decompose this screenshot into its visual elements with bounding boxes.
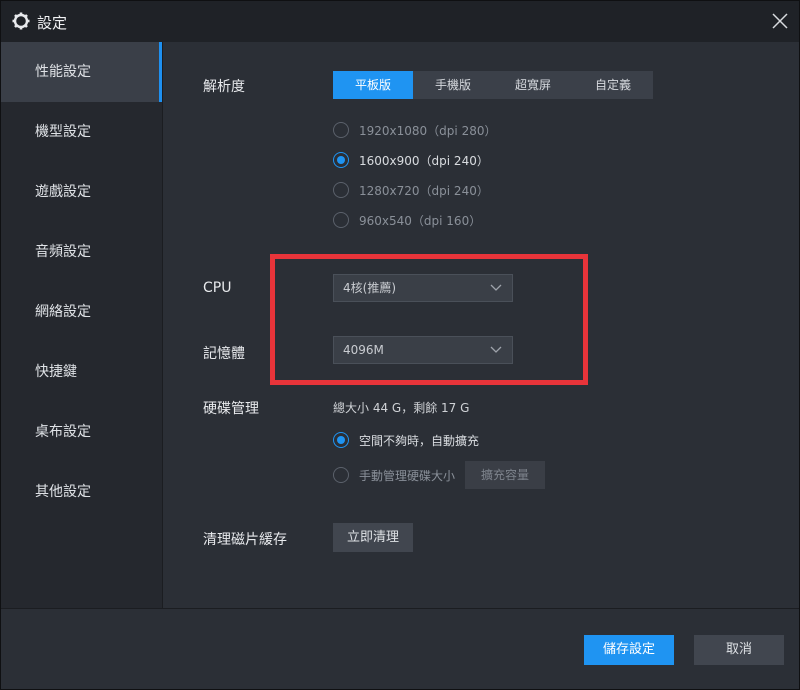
clean-now-button[interactable]: 立即清理 <box>333 523 413 552</box>
expand-capacity-button[interactable]: 擴充容量 <box>465 461 545 489</box>
sidebar-divider <box>162 42 163 608</box>
sidebar-item-network[interactable]: 網絡設定 <box>1 282 162 342</box>
memory-label: 記憶體 <box>203 346 245 362</box>
resolution-tabs: 平板版 手機版 超寬屏 自定義 <box>333 71 653 99</box>
radio-button[interactable] <box>333 152 349 168</box>
sidebar-item-label: 性能設定 <box>35 64 91 80</box>
tab-phone[interactable]: 手機版 <box>413 71 493 99</box>
resolution-label: 解析度 <box>203 79 245 95</box>
sidebar-item-label: 音頻設定 <box>35 244 91 260</box>
radio-button[interactable] <box>333 182 349 198</box>
cancel-button[interactable]: 取消 <box>694 635 784 665</box>
sidebar-item-shortcuts[interactable]: 快捷鍵 <box>1 342 162 402</box>
sidebar-item-label: 桌布設定 <box>35 424 91 440</box>
cpu-label: CPU <box>203 280 232 296</box>
settings-window: 設定 性能設定 機型設定 遊戲設定 音頻設定 網絡設定 快捷鍵 桌布設定 其他設… <box>0 0 800 690</box>
sidebar-item-device-model[interactable]: 機型設定 <box>1 102 162 162</box>
disk-option-auto-expand[interactable]: 空間不夠時，自動擴充 <box>333 431 479 449</box>
radio-label: 1920x1080（dpi 280） <box>359 123 497 138</box>
title-bar: 設定 <box>1 1 799 42</box>
close-icon[interactable] <box>771 12 789 30</box>
footer-divider <box>1 608 799 609</box>
resolution-option-1920[interactable]: 1920x1080（dpi 280） <box>333 121 496 139</box>
window-title: 設定 <box>37 14 68 32</box>
sidebar-item-label: 機型設定 <box>35 124 91 140</box>
radio-label: 1600x900（dpi 240） <box>359 153 489 168</box>
sidebar-item-wallpaper[interactable]: 桌布設定 <box>1 402 162 462</box>
sidebar-item-label: 網絡設定 <box>35 304 91 320</box>
radio-label: 1280x720（dpi 240） <box>359 183 489 198</box>
sidebar-item-label: 遊戲設定 <box>35 184 91 200</box>
radio-button[interactable] <box>333 212 349 228</box>
resolution-option-960[interactable]: 960x540（dpi 160） <box>333 211 481 229</box>
radio-label: 手動管理硬碟大小 <box>359 468 456 483</box>
disk-label: 硬碟管理 <box>203 401 259 417</box>
gear-icon <box>12 12 30 30</box>
highlight-box <box>270 254 588 385</box>
tab-tablet[interactable]: 平板版 <box>333 71 413 99</box>
radio-label: 空間不夠時，自動擴充 <box>359 433 480 448</box>
sidebar-item-performance[interactable]: 性能設定 <box>1 42 162 102</box>
sidebar-item-game[interactable]: 遊戲設定 <box>1 162 162 222</box>
sidebar: 性能設定 機型設定 遊戲設定 音頻設定 網絡設定 快捷鍵 桌布設定 其他設定 <box>1 42 162 608</box>
sidebar-item-label: 快捷鍵 <box>35 364 77 380</box>
radio-button[interactable] <box>333 122 349 138</box>
tab-custom[interactable]: 自定義 <box>573 71 653 99</box>
sidebar-item-label: 其他設定 <box>35 484 91 500</box>
sidebar-item-audio[interactable]: 音頻設定 <box>1 222 162 282</box>
radio-button[interactable] <box>333 432 349 448</box>
disk-option-manual[interactable]: 手動管理硬碟大小 <box>333 466 455 484</box>
save-button[interactable]: 儲存設定 <box>584 635 674 665</box>
cache-label: 清理磁片緩存 <box>203 532 287 548</box>
resolution-option-1600[interactable]: 1600x900（dpi 240） <box>333 151 489 169</box>
radio-button[interactable] <box>333 467 349 483</box>
tab-ultrawide[interactable]: 超寬屏 <box>493 71 573 99</box>
radio-label: 960x540（dpi 160） <box>359 213 482 228</box>
disk-summary: 總大小 44 G，剩餘 17 G <box>333 401 470 415</box>
resolution-option-1280[interactable]: 1280x720（dpi 240） <box>333 181 489 199</box>
sidebar-item-other[interactable]: 其他設定 <box>1 462 162 522</box>
